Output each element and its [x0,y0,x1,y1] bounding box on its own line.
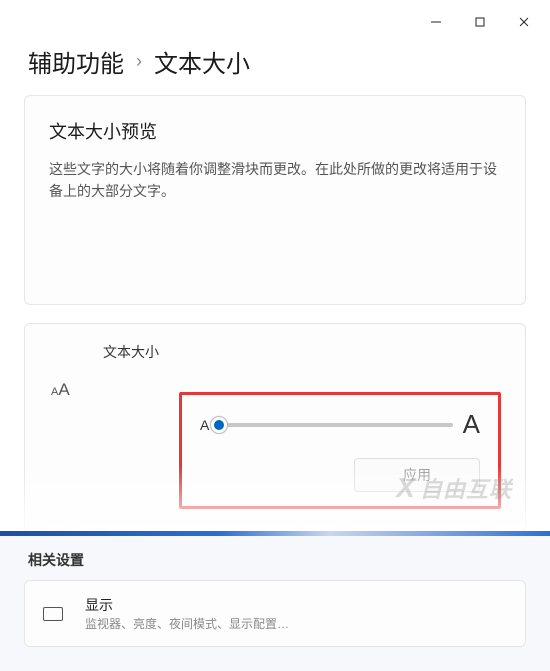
preview-title: 文本大小预览 [49,118,501,144]
breadcrumb-parent[interactable]: 辅助功能 [28,44,124,79]
breadcrumb-current: 文本大小 [154,44,250,79]
settings-window: 辅助功能 › 文本大小 文本大小预览 这些文字的大小将随着你调整滑块而更改。在此… [0,0,550,536]
text-size-icon: AA [51,380,70,400]
apply-button[interactable]: 应用 [354,458,480,492]
text-size-preview-card: 文本大小预览 这些文字的大小将随着你调整滑块而更改。在此处所做的更改将适用于设备… [24,95,526,305]
monitor-icon [43,607,63,621]
breadcrumb: 辅助功能 › 文本大小 [28,44,522,79]
slider-min-label: A [200,417,209,433]
content-area: 文本大小预览 这些文字的大小将随着你调整滑块而更改。在此处所做的更改将适用于设备… [0,95,550,671]
related-settings-title: 相关设置 [28,550,522,570]
title-bar [0,0,550,44]
minimize-icon [431,17,441,27]
related-text: 显示 监视器、亮度、夜间模式、显示配置… [85,595,289,632]
chevron-right-icon: › [136,51,142,72]
apply-row: 应用 [200,458,480,492]
close-icon [519,17,529,27]
maximize-icon [475,17,485,27]
slider-track [219,423,452,427]
text-size-label: 文本大小 [103,342,501,362]
taskbar-strip [0,531,550,536]
related-display-item[interactable]: 显示 监视器、亮度、夜间模式、显示配置… [24,580,526,647]
slider-highlight-zone: A A 应用 [179,392,501,509]
close-button[interactable] [502,6,546,38]
preview-description: 这些文字的大小将随着你调整滑块而更改。在此处所做的更改将适用于设备上的大部分文字… [49,158,501,203]
slider-row: A A [200,409,480,440]
window-controls [414,6,546,38]
slider-max-label: A [463,409,480,440]
text-size-card: 文本大小 AA A A 应用 [24,323,526,532]
slider-thumb[interactable] [210,416,228,434]
related-item-subtitle: 监视器、亮度、夜间模式、显示配置… [85,615,289,632]
maximize-button[interactable] [458,6,502,38]
minimize-button[interactable] [414,6,458,38]
page-header: 辅助功能 › 文本大小 [0,44,550,95]
text-size-slider[interactable] [219,423,452,427]
related-item-title: 显示 [85,595,289,615]
